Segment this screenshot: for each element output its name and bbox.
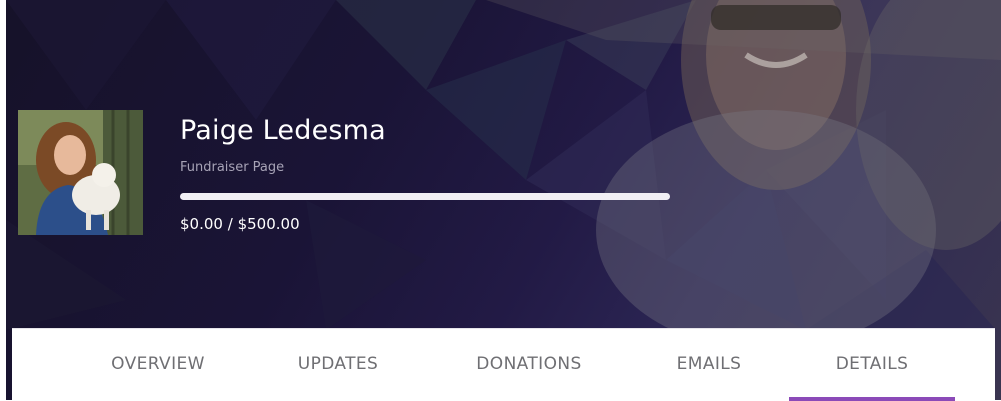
amount-separator: /: [227, 215, 233, 233]
tab-updates-label: UPDATES: [297, 354, 379, 374]
profile-avatar: [18, 110, 143, 235]
amount-goal: $500.00: [237, 215, 300, 233]
fundraiser-page: Paige Ledesma Fundraiser Page $0.00 / $5…: [0, 0, 1001, 401]
tab-emails-label: EMAILS: [676, 354, 742, 374]
fundraising-progress-bar: [180, 193, 670, 200]
tab-details-label: DETAILS: [835, 354, 909, 374]
tab-emails[interactable]: EMAILS: [626, 329, 792, 401]
tab-overview[interactable]: OVERVIEW: [75, 329, 241, 401]
tab-overview-label: OVERVIEW: [111, 354, 205, 374]
profile-name: Paige Ledesma: [180, 115, 386, 146]
amount-raised-summary: $0.00 / $500.00: [180, 215, 300, 233]
tab-updates[interactable]: UPDATES: [255, 329, 421, 401]
profile-photo: [18, 110, 143, 235]
page-type-label: Fundraiser Page: [180, 160, 285, 175]
tab-details[interactable]: DETAILS: [789, 329, 955, 401]
active-tab-indicator: [789, 397, 955, 401]
tab-donations-label: DONATIONS: [476, 354, 582, 374]
page-tab-bar: OVERVIEW UPDATES DONATIONS EMAILS DETAIL…: [12, 328, 995, 401]
tab-donations[interactable]: DONATIONS: [446, 329, 612, 401]
amount-raised: $0.00: [180, 215, 223, 233]
